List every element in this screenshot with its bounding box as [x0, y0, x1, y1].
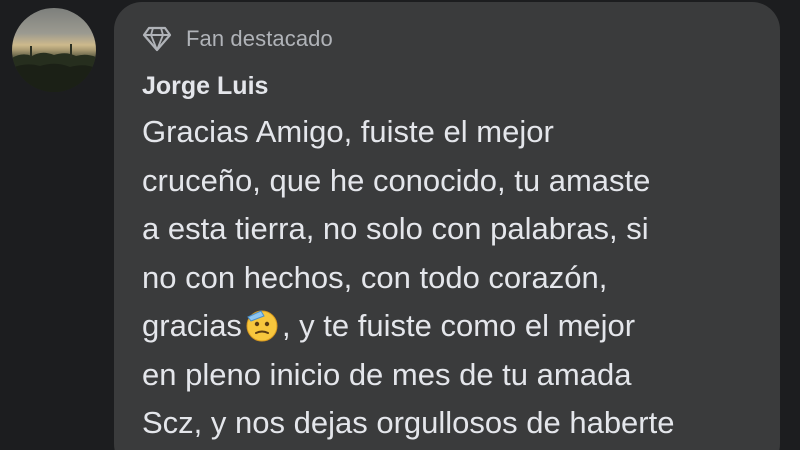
comment-line: a esta tierra, no solo con palabras, si: [142, 211, 649, 246]
avatar-photo: [12, 44, 96, 92]
comment-line-with-emoji: gracias , y te fuiste como el mejor: [142, 302, 762, 351]
comment-line: cruceño, que he conocido, tu amaste: [142, 162, 651, 198]
diamond-icon: [142, 24, 174, 54]
top-fan-badge[interactable]: Fan destacado: [142, 24, 333, 54]
comment-line: no con hechos, con todo corazón,: [142, 259, 608, 295]
comment-thread: Fan destacado Jorge Luis Gracias Amigo, …: [0, 0, 800, 450]
saluting-face-emoji: [245, 308, 279, 342]
comment-line: Scz, y nos dejas orgullosos de haberte: [142, 405, 675, 440]
badge-label: Fan destacado: [186, 26, 333, 51]
comment-line-part: gracias: [142, 308, 242, 343]
comment-line-part: , y te fuiste como el mejor: [281, 308, 636, 343]
comment-line: en pleno inicio de mes de tu amada: [142, 356, 632, 392]
comment-author[interactable]: Jorge Luis: [142, 72, 268, 101]
comment-bubble: Fan destacado Jorge Luis Gracias Amigo, …: [114, 2, 780, 450]
avatar[interactable]: [12, 8, 96, 92]
comment-line: Gracias Amigo, fuiste el mejor: [142, 114, 554, 149]
comment-text: Gracias Amigo, fuiste el mejor cruceño, …: [142, 108, 762, 448]
